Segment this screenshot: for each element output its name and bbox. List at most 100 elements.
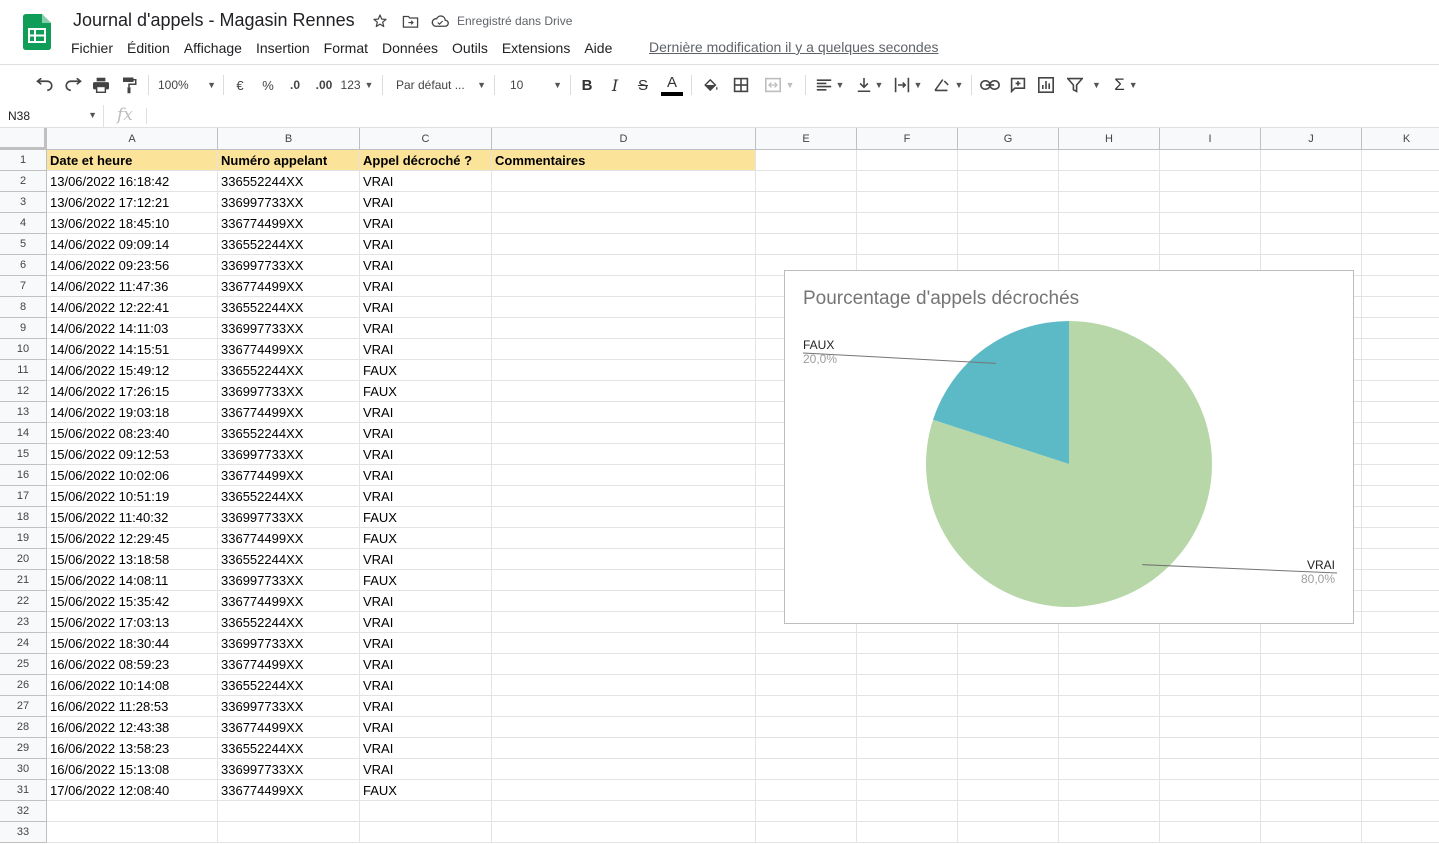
cell[interactable] — [1160, 675, 1261, 696]
table-cell[interactable]: 336774499XX — [218, 276, 360, 297]
table-cell[interactable]: 15/06/2022 17:03:13 — [47, 612, 218, 633]
cell[interactable] — [756, 801, 857, 822]
table-cell[interactable]: VRAI — [360, 213, 492, 234]
cell[interactable] — [492, 213, 756, 234]
cell[interactable] — [218, 822, 360, 843]
table-cell[interactable]: 336774499XX — [218, 780, 360, 801]
table-cell[interactable]: 16/06/2022 10:14:08 — [47, 675, 218, 696]
row-header[interactable]: 2 — [0, 171, 47, 192]
cell[interactable] — [1160, 213, 1261, 234]
cell[interactable] — [1362, 171, 1439, 192]
cell[interactable] — [1362, 780, 1439, 801]
table-cell[interactable]: FAUX — [360, 381, 492, 402]
cell[interactable] — [958, 801, 1059, 822]
table-cell[interactable]: 14/06/2022 19:03:18 — [47, 402, 218, 423]
cell[interactable] — [857, 213, 958, 234]
table-cell[interactable]: 15/06/2022 13:18:58 — [47, 549, 218, 570]
row-header[interactable]: 17 — [0, 486, 47, 507]
cell[interactable] — [1261, 780, 1362, 801]
table-cell[interactable]: 14/06/2022 09:09:14 — [47, 234, 218, 255]
table-cell[interactable]: 336774499XX — [218, 339, 360, 360]
cell[interactable] — [857, 696, 958, 717]
cell[interactable] — [1261, 213, 1362, 234]
cell[interactable] — [1362, 486, 1439, 507]
table-cell[interactable]: 14/06/2022 09:23:56 — [47, 255, 218, 276]
print-icon[interactable] — [90, 73, 112, 97]
cell[interactable] — [1362, 759, 1439, 780]
table-cell[interactable]: 336552244XX — [218, 486, 360, 507]
table-cell[interactable]: 336552244XX — [218, 549, 360, 570]
bold-icon[interactable]: B — [577, 73, 597, 97]
row-header[interactable]: 1 — [0, 150, 47, 171]
row-header[interactable]: 4 — [0, 213, 47, 234]
table-cell[interactable]: 13/06/2022 18:45:10 — [47, 213, 218, 234]
row-header[interactable]: 3 — [0, 192, 47, 213]
column-header[interactable]: F — [857, 128, 958, 150]
last-edit-link[interactable]: Dernière modification il y a quelques se… — [649, 39, 939, 55]
table-cell[interactable]: 336552244XX — [218, 171, 360, 192]
cell[interactable] — [492, 444, 756, 465]
cell[interactable] — [756, 780, 857, 801]
cell[interactable] — [1059, 213, 1160, 234]
table-cell[interactable]: VRAI — [360, 717, 492, 738]
cell[interactable] — [1261, 738, 1362, 759]
cell[interactable] — [1362, 255, 1439, 276]
row-header[interactable]: 24 — [0, 633, 47, 654]
table-cell[interactable]: FAUX — [360, 570, 492, 591]
column-header[interactable]: C — [360, 128, 492, 150]
cell[interactable] — [1362, 654, 1439, 675]
cell[interactable] — [492, 675, 756, 696]
functions-icon[interactable]: Σ ▼ — [1110, 73, 1142, 97]
menu-insertion[interactable]: Insertion — [249, 38, 317, 58]
cell[interactable] — [1362, 318, 1439, 339]
table-cell[interactable]: 336552244XX — [218, 423, 360, 444]
table-cell[interactable]: 336997733XX — [218, 381, 360, 402]
cell[interactable] — [756, 738, 857, 759]
pie-chart[interactable]: Pourcentage d'appels décrochés FAUX 20,0… — [784, 270, 1354, 624]
cell[interactable] — [857, 150, 958, 171]
cell[interactable] — [857, 717, 958, 738]
row-header[interactable]: 22 — [0, 591, 47, 612]
cell[interactable] — [492, 549, 756, 570]
cell[interactable] — [756, 192, 857, 213]
font-select[interactable]: Par défaut ... ▼ — [396, 73, 486, 97]
wrap-icon[interactable]: ▼ — [892, 73, 924, 97]
row-header[interactable]: 21 — [0, 570, 47, 591]
table-cell[interactable]: VRAI — [360, 549, 492, 570]
table-cell[interactable]: 336552244XX — [218, 360, 360, 381]
table-cell[interactable]: 336997733XX — [218, 507, 360, 528]
table-cell[interactable]: 14/06/2022 14:11:03 — [47, 318, 218, 339]
percent-format-button[interactable]: % — [258, 73, 278, 97]
row-header[interactable]: 6 — [0, 255, 47, 276]
table-cell[interactable]: 14/06/2022 14:15:51 — [47, 339, 218, 360]
table-cell[interactable]: 14/06/2022 17:26:15 — [47, 381, 218, 402]
cell[interactable] — [218, 801, 360, 822]
menu-outils[interactable]: Outils — [445, 38, 495, 58]
cell[interactable] — [1059, 801, 1160, 822]
cell[interactable] — [756, 171, 857, 192]
cell[interactable] — [1160, 780, 1261, 801]
cell[interactable] — [958, 675, 1059, 696]
table-cell[interactable]: VRAI — [360, 339, 492, 360]
cell[interactable] — [958, 633, 1059, 654]
cell[interactable] — [1362, 339, 1439, 360]
cell[interactable] — [492, 381, 756, 402]
align-icon[interactable]: ▼ — [814, 73, 846, 97]
sheets-logo-icon[interactable] — [23, 14, 51, 50]
cell[interactable] — [756, 150, 857, 171]
header-cell[interactable]: Numéro appelant — [218, 150, 360, 171]
table-cell[interactable]: VRAI — [360, 255, 492, 276]
table-cell[interactable]: VRAI — [360, 234, 492, 255]
cell[interactable] — [1160, 801, 1261, 822]
row-header[interactable]: 10 — [0, 339, 47, 360]
cell[interactable] — [492, 423, 756, 444]
cell[interactable] — [1362, 192, 1439, 213]
table-cell[interactable]: 336997733XX — [218, 255, 360, 276]
table-cell[interactable]: 15/06/2022 12:29:45 — [47, 528, 218, 549]
table-cell[interactable]: 16/06/2022 08:59:23 — [47, 654, 218, 675]
cell[interactable] — [492, 507, 756, 528]
cell[interactable] — [857, 801, 958, 822]
cell[interactable] — [1059, 780, 1160, 801]
row-header[interactable]: 31 — [0, 780, 47, 801]
row-header[interactable]: 12 — [0, 381, 47, 402]
